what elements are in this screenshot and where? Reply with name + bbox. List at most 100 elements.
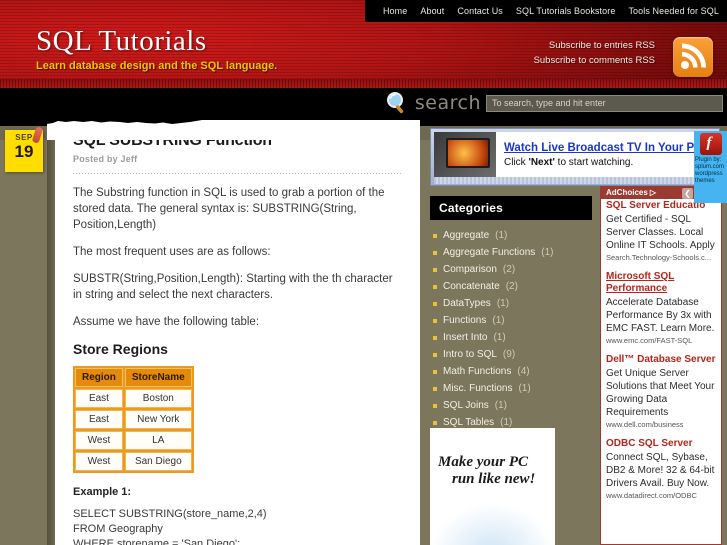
- bullet-icon: [433, 420, 437, 425]
- ad-url[interactable]: Search.Technology-Schools.c...: [606, 253, 716, 262]
- cell-region: East: [75, 389, 123, 408]
- top-navigation: Home About Contact Us SQL Tutorials Book…: [364, 0, 727, 22]
- sidebar-item-aggregate-functions[interactable]: Aggregate Functions (1): [430, 244, 592, 261]
- ad-title[interactable]: ODBC SQL Server: [606, 438, 716, 450]
- category-label[interactable]: Intro to SQL: [443, 349, 497, 360]
- monitor-icon: [434, 132, 496, 177]
- nav-item-about[interactable]: About: [420, 6, 444, 16]
- nav-item-tools[interactable]: Tools Needed for SQL: [628, 6, 719, 16]
- bullet-icon: [433, 233, 437, 238]
- sidebar-item-sql-joins[interactable]: SQL Joins (1): [430, 397, 592, 414]
- cell-storename: Boston: [124, 389, 192, 408]
- ad-item[interactable]: Microsoft SQL Performance Accelerate Dat…: [606, 271, 716, 345]
- table-row: West San Diego: [75, 452, 192, 471]
- ad-description: Get Unique Server Solutions that Meet Yo…: [606, 368, 715, 418]
- nav-item-contact-us[interactable]: Contact Us: [457, 6, 503, 16]
- category-label[interactable]: DataTypes: [443, 298, 491, 309]
- category-label[interactable]: Math Functions: [443, 366, 511, 377]
- sidebar-heading: Categories: [430, 196, 592, 220]
- search-input[interactable]: [486, 94, 723, 112]
- bullet-icon: [433, 335, 437, 340]
- ad-title[interactable]: Microsoft SQL Performance: [606, 271, 716, 295]
- sidebar-item-intro-to-sql[interactable]: Intro to SQL (9): [430, 346, 592, 363]
- sidebar-item-insert-into[interactable]: Insert Into (1): [430, 329, 592, 346]
- adchoices-arrow-icon: ▷: [649, 188, 656, 197]
- flash-plugin-popup[interactable]: f Plugin by: splum.com wordpress themes: [694, 131, 727, 203]
- divider-top: [73, 173, 402, 174]
- category-label[interactable]: Concatenate: [443, 281, 500, 292]
- page-title: SQL SUBSTRING Function: [73, 132, 272, 149]
- nav-item-home[interactable]: Home: [383, 6, 407, 16]
- table-header-row: Region StoreName: [75, 368, 192, 387]
- category-count: (1): [500, 417, 513, 428]
- post-meta: Posted by Jeff: [73, 154, 138, 164]
- sidebar: Categories Aggregate (1) Aggregate Funct…: [430, 196, 592, 448]
- rss-comments-link[interactable]: Subscribe to comments RSS: [534, 53, 655, 68]
- ad-url[interactable]: www.dell.com/business: [606, 420, 716, 429]
- table-col-region: Region: [75, 368, 123, 387]
- post-date-day: 19: [14, 142, 34, 161]
- nav-item-bookstore[interactable]: SQL Tutorials Bookstore: [516, 6, 616, 16]
- pc-ad-line-1: Make your PC: [438, 454, 528, 470]
- bullet-icon: [433, 250, 437, 255]
- pc-cleanup-ad[interactable]: Make your PC run like new!: [430, 428, 555, 545]
- sidebar-item-math-functions[interactable]: Math Functions (4): [430, 363, 592, 380]
- category-list: Aggregate (1) Aggregate Functions (1) Co…: [430, 227, 592, 448]
- banner-ad-text: Watch Live Broadcast TV In Your PC Click…: [496, 142, 703, 168]
- category-count: (1): [496, 298, 510, 309]
- rss-icon[interactable]: [673, 37, 713, 77]
- category-label[interactable]: Aggregate: [443, 230, 489, 241]
- ad-item[interactable]: SQL Server Educatio Get Certified - SQL …: [606, 200, 716, 262]
- banner-ad[interactable]: Watch Live Broadcast TV In Your PC Click…: [430, 128, 720, 186]
- pc-ad-glow: [430, 503, 555, 545]
- ad-description: Connect SQL, Sybase, DB2 & More! 32 & 64…: [606, 452, 715, 489]
- category-label[interactable]: Comparison: [443, 264, 497, 275]
- ad-url[interactable]: www.emc.com/FAST-SQL: [606, 336, 716, 345]
- banner-ad-subline: Click 'Next' to start watching.: [504, 157, 703, 168]
- flash-popup-text: Plugin by: splum.com wordpress themes: [695, 157, 725, 184]
- post-paragraph-1: The Substring function in SQL is used to…: [73, 187, 385, 231]
- page-root: Home About Contact Us SQL Tutorials Book…: [0, 0, 727, 545]
- category-label[interactable]: SQL Joins: [443, 400, 489, 411]
- category-count: (1): [494, 400, 507, 411]
- code-block: SELECT SUBSTRING(store_name,2,4) FROM Ge…: [73, 507, 402, 545]
- search-wrap: search: [384, 90, 723, 116]
- ad-url[interactable]: www.datadirect.com/ODBC: [606, 491, 716, 500]
- bullet-icon: [433, 352, 437, 357]
- sidebar-item-concatenate[interactable]: Concatenate (2): [430, 278, 592, 295]
- category-label[interactable]: SQL Tables: [443, 417, 494, 428]
- category-count: (1): [495, 230, 508, 241]
- table-row: West LA: [75, 431, 192, 450]
- monitor-screen: [446, 138, 490, 168]
- category-label[interactable]: Aggregate Functions: [443, 247, 535, 258]
- code-line-2: FROM Geography: [73, 523, 163, 535]
- category-label[interactable]: Misc. Functions: [443, 383, 512, 394]
- rss-entries-link[interactable]: Subscribe to entries RSS: [534, 38, 655, 53]
- banner-ad-headline[interactable]: Watch Live Broadcast TV In Your PC: [504, 142, 703, 154]
- bullet-icon: [433, 318, 437, 323]
- category-label[interactable]: Functions: [443, 315, 486, 326]
- example-label: Example 1:: [73, 486, 132, 498]
- sidebar-item-misc-functions[interactable]: Misc. Functions (1): [430, 380, 592, 397]
- site-title[interactable]: SQL Tutorials: [36, 25, 207, 58]
- post-paragraph-3: SUBSTR(String,Position,Length): Starting…: [73, 273, 393, 301]
- table-row: East Boston: [75, 389, 192, 408]
- magnifier-icon: [384, 90, 410, 116]
- sidebar-item-functions[interactable]: Functions (1): [430, 312, 592, 329]
- sidebar-item-datatypes[interactable]: DataTypes (1): [430, 295, 592, 312]
- category-label[interactable]: Insert Into: [443, 332, 487, 343]
- category-count: (1): [492, 315, 505, 326]
- sidebar-item-comparison[interactable]: Comparison (2): [430, 261, 592, 278]
- adchoices-button[interactable]: AdChoices ▷: [600, 186, 662, 199]
- chevron-left-icon[interactable]: ❮: [682, 188, 693, 199]
- site-header: Home About Contact Us SQL Tutorials Book…: [0, 0, 727, 88]
- table-heading: Store Regions: [73, 341, 168, 357]
- ad-title[interactable]: Dell™ Database Server: [606, 354, 716, 366]
- sidebar-item-aggregate[interactable]: Aggregate (1): [430, 227, 592, 244]
- category-count: (1): [518, 383, 531, 394]
- flash-plugin-icon[interactable]: f: [699, 133, 722, 155]
- banner-ad-strip: [434, 177, 716, 184]
- ad-item[interactable]: Dell™ Database Server Get Unique Server …: [606, 354, 716, 429]
- ad-item[interactable]: ODBC SQL Server Connect SQL, Sybase, DB2…: [606, 438, 716, 500]
- pc-ad-line-2: run like new!: [452, 471, 536, 487]
